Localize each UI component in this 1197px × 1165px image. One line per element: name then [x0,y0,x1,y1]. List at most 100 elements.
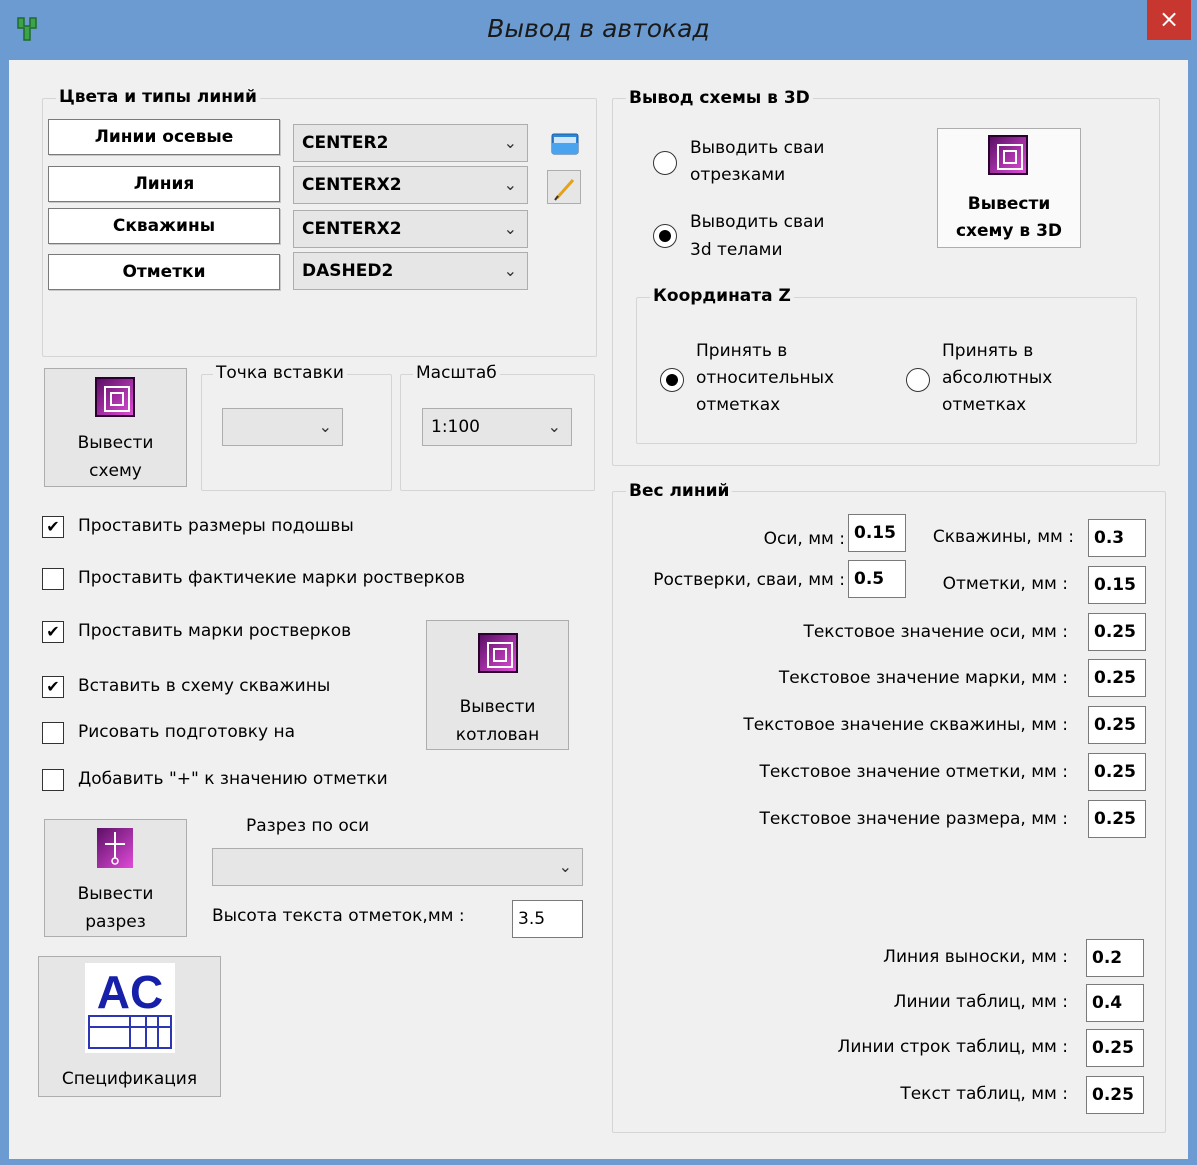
marks-label: Проставить марки ростверков [78,621,352,641]
output-3d-label-1: Вывести [967,194,1051,214]
output-pit-button[interactable]: Вывести котлован [426,620,569,750]
piles-solids-label-2: 3d телами [690,240,783,260]
text-height-label: Высота текста отметок,мм : [212,906,465,926]
title-bar: Вывод в автокад × [0,0,1197,60]
piles-segments-label-2: отрезками [690,165,786,185]
section-axis-title: Разрез по оси [246,816,370,836]
output-pit-label-2: котлован [455,725,540,745]
scale-select[interactable]: 1:100 ⌄ [422,408,572,446]
elevation-text-weight-input[interactable]: 0.25 [1088,753,1146,791]
folder-open-icon[interactable] [549,128,581,160]
scheme-3d-icon [988,135,1028,175]
line-type-select-line[interactable]: CENTERX2 ⌄ [293,166,528,204]
axis-text-weight-label: Текстовое значение оси, мм : [803,622,1068,642]
piles-solids-radio[interactable] [653,224,677,248]
plus-label: Добавить "+" к значению отметки [78,769,388,789]
line-type-label-axes: Линии осевые [48,119,280,155]
prep-label: Рисовать подготовку на [78,722,295,742]
plus-checkbox[interactable] [42,769,64,791]
relative-marks-label-2: относительных [696,368,835,388]
relative-marks-radio[interactable] [660,368,684,392]
scheme-3d-title: Вывод схемы в 3D [626,88,813,108]
actual-marks-label: Проставить фактичекие марки ростверков [78,568,466,588]
edit-line-type-button[interactable] [547,170,581,204]
dims-checkbox[interactable]: ✔ [42,516,64,538]
line-type-value: CENTERX2 [302,219,402,239]
marks-checkbox[interactable]: ✔ [42,621,64,643]
absolute-marks-label-3: отметках [942,395,1027,415]
mark-text-weight-input[interactable]: 0.25 [1088,659,1146,697]
output-scheme-label-1: Вывести [77,433,154,453]
piles-segments-label-1: Выводить сваи [690,138,825,158]
absolute-marks-label-2: абсолютных [942,368,1053,388]
output-section-label-1: Вывести [77,884,154,904]
marks-weight-input[interactable]: 0.15 [1088,566,1146,604]
well-text-weight-label: Текстовое значение скважины, мм : [743,715,1068,735]
leader-weight-input[interactable]: 0.2 [1086,939,1144,977]
table-rows-weight-label: Линии строк таблиц, мм : [837,1037,1068,1057]
line-types-group-title: Цвета и типы линий [56,87,260,107]
output-section-label-2: разрез [85,912,146,932]
size-text-weight-label: Текстовое значение размера, мм : [759,809,1068,829]
scheme-icon [95,377,135,417]
axes-weight-input[interactable]: 0.15 [848,514,906,552]
absolute-marks-label-1: Принять в [942,341,1034,361]
wells-weight-input[interactable]: 0.3 [1088,519,1146,557]
grillage-weight-input[interactable]: 0.5 [848,560,906,598]
output-pit-label-1: Вывести [459,697,536,717]
scale-title: Масштаб [413,363,500,383]
relative-marks-label-1: Принять в [696,341,788,361]
line-type-select-axes[interactable]: CENTER2 ⌄ [293,124,528,162]
specification-logo: AC [85,963,175,1053]
text-height-input[interactable]: 3.5 [512,900,583,938]
output-section-button[interactable]: Вывести разрез [44,819,187,937]
line-type-select-marks[interactable]: DASHED2 ⌄ [293,252,528,290]
table-rows-weight-input[interactable]: 0.25 [1086,1029,1144,1067]
output-3d-button[interactable]: Вывести схему в 3D [937,128,1081,248]
pencil-icon [554,179,575,201]
prep-checkbox[interactable] [42,722,64,744]
window-title: Вывод в автокад [487,14,710,43]
line-weights-title: Вес линий [626,481,733,501]
specification-button[interactable]: AC Спецификация [38,956,221,1097]
elevation-text-weight-label: Текстовое значение отметки, мм : [759,762,1068,782]
piles-solids-label-1: Выводить сваи [690,212,825,232]
grillage-weight-label: Ростверки, сваи, мм : [653,570,845,590]
output-scheme-button[interactable]: Вывести схему [44,368,187,487]
chevron-down-icon: ⌄ [318,417,332,436]
output-3d-label-2: схему в 3D [955,221,1063,241]
wells-checkbox[interactable]: ✔ [42,676,64,698]
wells-label: Вставить в схему скважины [78,676,331,696]
axis-text-weight-input[interactable]: 0.25 [1088,613,1146,651]
chevron-down-icon: ⌄ [558,857,572,876]
scale-value: 1:100 [431,417,480,437]
table-icon [88,1015,172,1049]
insert-point-title: Точка вставки [213,363,347,383]
line-type-select-wells[interactable]: CENTERX2 ⌄ [293,210,528,248]
close-button[interactable]: × [1147,0,1191,40]
specification-logo-text: AC [96,966,164,1018]
line-type-label-wells: Скважины [48,208,280,244]
chevron-down-icon: ⌄ [503,261,517,280]
actual-marks-checkbox[interactable] [42,568,64,590]
output-scheme-label-2: схему [89,461,142,481]
size-text-weight-input[interactable]: 0.25 [1088,800,1146,838]
window-frame-bottom [0,1159,1197,1165]
pit-icon [478,633,518,673]
table-text-weight-input[interactable]: 0.25 [1086,1076,1144,1114]
insert-point-select[interactable]: ⌄ [222,408,343,446]
axes-weight-label: Оси, мм : [763,529,845,549]
piles-segments-radio[interactable] [653,151,677,175]
mark-text-weight-label: Текстовое значение марки, мм : [778,668,1068,688]
leader-weight-label: Линия выноски, мм : [883,947,1068,967]
section-axis-select[interactable]: ⌄ [212,848,583,886]
chevron-down-icon: ⌄ [503,219,517,238]
table-lines-weight-input[interactable]: 0.4 [1086,984,1144,1022]
section-icon [97,828,133,868]
line-type-value: CENTERX2 [302,175,402,195]
window-frame-left [0,60,9,1165]
marks-weight-label: Отметки, мм : [942,574,1068,594]
well-text-weight-input[interactable]: 0.25 [1088,706,1146,744]
chevron-down-icon: ⌄ [503,133,517,152]
absolute-marks-radio[interactable] [906,368,930,392]
